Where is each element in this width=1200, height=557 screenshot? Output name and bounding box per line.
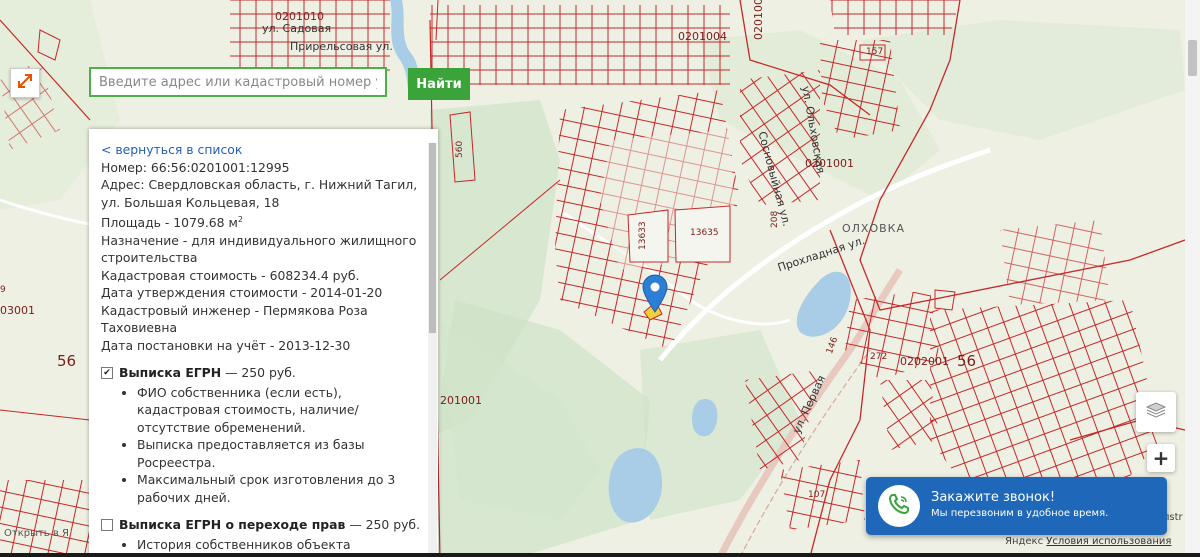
service-bullet: Выписка предоставляется из базы Росреест…	[137, 436, 423, 471]
service-bullet: Максимальный срок изготовления до 3 рабо…	[137, 471, 423, 506]
search-input[interactable]	[89, 67, 387, 97]
service-price: — 250 руб.	[345, 517, 421, 533]
search-button[interactable]: Найти	[408, 68, 470, 100]
back-to-list-link[interactable]: < вернуться в список	[101, 142, 242, 157]
service-price: — 250 руб.	[221, 365, 296, 381]
bottom-strip	[0, 553, 1200, 557]
map-label: 201001	[440, 394, 482, 407]
panel-scrollbar[interactable]	[428, 143, 437, 557]
map-label: 560	[455, 140, 465, 158]
map-label: 03001	[0, 304, 35, 317]
phone-icon-wrap	[878, 485, 920, 527]
service-title: Выписка ЕГРН о переходе прав	[119, 517, 346, 533]
map-label: 56	[957, 352, 977, 370]
callback-subtitle: Мы перезвоним в удобное время.	[931, 508, 1109, 519]
plot-info-panel: < вернуться в список Номер: 66:56:020100…	[89, 129, 438, 557]
page-scroll-thumb[interactable]	[1188, 40, 1197, 76]
map-label: ОЛХОВКА	[842, 222, 906, 235]
service-title: Выписка ЕГРН	[119, 365, 222, 381]
street-label: Прирельсовая ул.	[290, 40, 393, 53]
map-label: 272	[870, 352, 888, 362]
plot-info-content: < вернуться в список Номер: 66:56:020100…	[101, 141, 423, 553]
plot-cost-date: Дата утверждения стоимости - 2014-01-20	[101, 285, 383, 301]
map-label: 0201004	[752, 0, 765, 40]
map-label: 107	[808, 490, 826, 500]
panel-scroll-thumb[interactable]	[429, 143, 436, 333]
map-label: 56	[57, 352, 77, 370]
map-footer: Яндекс Условия использования	[1005, 536, 1171, 547]
plot-reg-date: Дата постановки на учёт - 2013-12-30	[101, 337, 351, 353]
map-label: 157	[866, 47, 884, 57]
fullscreen-button[interactable]	[10, 68, 40, 98]
map-label: 9	[0, 285, 6, 295]
phone-icon	[886, 491, 912, 521]
street-label: ул. Садовая	[262, 22, 332, 35]
plot-area: Площадь - 1079.68 м2	[101, 215, 243, 231]
plot-address: Адрес: Свердловская область, г. Нижний Т…	[101, 177, 418, 210]
zoom-in-button[interactable]: +	[1147, 444, 1175, 472]
service-egrn: ✔ Выписка ЕГРН — 250 руб. ФИО собственни…	[101, 364, 423, 506]
layers-icon	[1145, 399, 1167, 425]
yandex-label: Яндекс	[1005, 536, 1044, 547]
service-bullet: ФИО собственника (если есть), кадастрова…	[137, 384, 423, 437]
map-label: 0202001	[900, 355, 949, 368]
zoom-in-icon: +	[1152, 446, 1170, 470]
plot-purpose: Назначение - для индивидуального жилищно…	[101, 232, 417, 266]
map-label: 0201004	[678, 30, 727, 43]
map-label: 13633	[638, 221, 648, 250]
open-in-yandex-link[interactable]: Открыть в Я	[4, 528, 69, 539]
layers-button[interactable]	[1136, 392, 1176, 432]
expand-icon	[17, 73, 33, 93]
service-egrn-transfer-checkbox[interactable]	[101, 519, 113, 532]
terms-link[interactable]: Условия использования	[1046, 536, 1171, 547]
service-egrn-checkbox[interactable]: ✔	[101, 367, 113, 380]
plot-engineer: Кадастровый инженер - Пермякова Роза Тах…	[101, 302, 368, 336]
callback-widget[interactable]: Закажите звонок! Мы перезвоним в удобное…	[866, 477, 1167, 535]
callback-title: Закажите звонок!	[931, 490, 1056, 505]
map-label: 13635	[690, 228, 719, 238]
plot-cost: Кадастровая стоимость - 608234.4 руб.	[101, 267, 360, 283]
page-scrollbar[interactable]	[1185, 0, 1200, 557]
service-bullet: История собственников объекта	[137, 536, 423, 554]
plot-number: Номер: 66:56:0201001:12995	[101, 159, 290, 175]
service-egrn-transfer: Выписка ЕГРН о переходе прав — 250 руб. …	[101, 516, 423, 553]
